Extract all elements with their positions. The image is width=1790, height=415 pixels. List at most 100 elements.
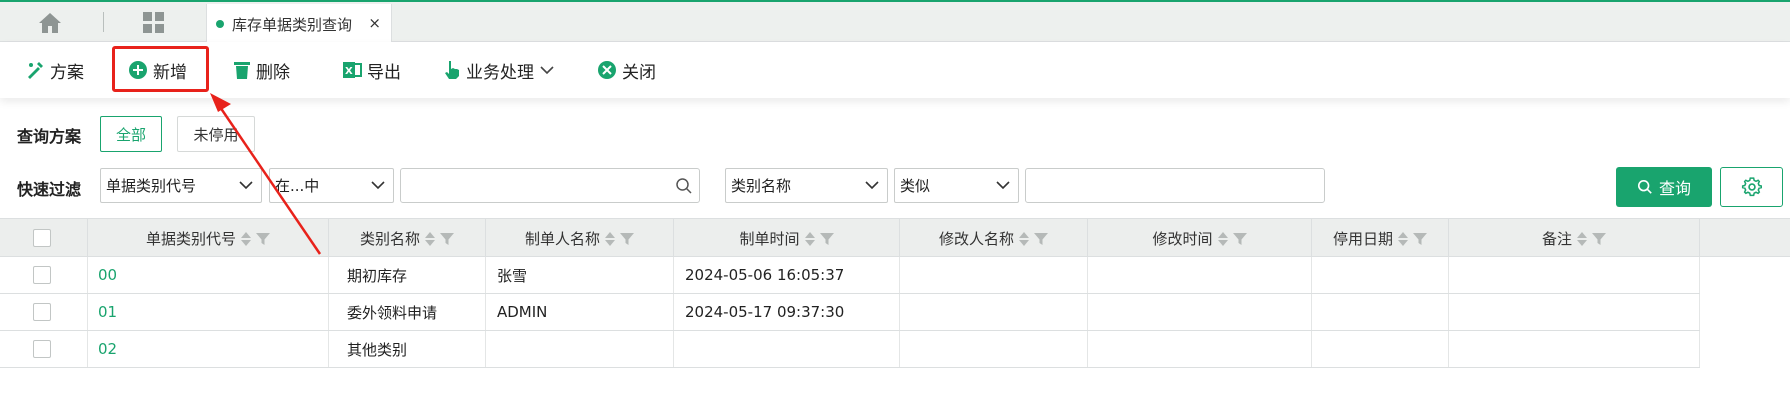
- column-header-modified-time[interactable]: 修改时间: [1088, 219, 1312, 258]
- hand-pointer-icon: [445, 61, 459, 79]
- filter-field-value-1: 单据类别代号: [106, 177, 197, 195]
- column-header-created-time[interactable]: 制单时间: [674, 219, 900, 258]
- column-title: 停用日期: [1332, 230, 1393, 248]
- business-process-label: 业务处理: [466, 62, 534, 83]
- column-header-name[interactable]: 类别名称: [329, 219, 486, 258]
- sort-icon[interactable]: [425, 231, 435, 246]
- cell-name: 期初库存: [329, 257, 486, 293]
- cell-name: 其他类别: [329, 331, 486, 367]
- tab-label: 库存单据类别查询: [232, 15, 353, 34]
- trash-icon: [234, 62, 250, 79]
- filter-operator-value-1: 在...中: [275, 177, 320, 195]
- delete-button[interactable]: 删除: [233, 42, 290, 98]
- cell-name: 委外领料申请: [329, 294, 486, 330]
- filter-value-input-2[interactable]: [1025, 168, 1325, 203]
- chevron-down-icon: [996, 181, 1010, 190]
- select-all-cell: [0, 219, 88, 258]
- cell-modified-time: [1088, 257, 1312, 293]
- cell-creator: 张雪: [486, 257, 674, 293]
- filter-funnel-icon[interactable]: [1232, 232, 1247, 246]
- scheme-option-active[interactable]: 未停用: [177, 116, 255, 152]
- filter-operator-select-2[interactable]: 类似: [894, 168, 1019, 203]
- cell-remark: [1449, 294, 1700, 330]
- filter-funnel-icon[interactable]: [1034, 232, 1048, 246]
- column-title: 修改人名称: [938, 230, 1014, 248]
- column-header-creator[interactable]: 制单人名称: [486, 219, 674, 258]
- close-button[interactable]: 关闭: [597, 42, 656, 98]
- scheme-option-all[interactable]: 全部: [100, 116, 162, 152]
- filter-funnel-icon[interactable]: [620, 232, 634, 246]
- cell-modified-time: [1088, 294, 1312, 330]
- row-checkbox[interactable]: [33, 340, 51, 358]
- select-all-checkbox[interactable]: [33, 229, 51, 247]
- chevron-down-icon: [865, 181, 879, 190]
- active-dot-icon: [216, 20, 224, 28]
- row-checkbox[interactable]: [33, 266, 51, 284]
- sort-icon[interactable]: [241, 231, 251, 246]
- query-button-label: 查询: [1658, 179, 1691, 198]
- cell-created-time: [674, 331, 900, 367]
- row-select-cell: [0, 257, 88, 293]
- search-icon[interactable]: [675, 177, 693, 195]
- business-process-dropdown[interactable]: 业务处理: [443, 42, 559, 98]
- cell-modifier: [900, 331, 1088, 367]
- cell-creator: ADMIN: [486, 294, 674, 330]
- filter-funnel-icon[interactable]: [819, 232, 834, 246]
- sort-icon[interactable]: [1577, 231, 1587, 246]
- export-button[interactable]: X 导出: [342, 42, 401, 98]
- sort-icon[interactable]: [605, 231, 615, 246]
- cell-remark: [1449, 257, 1700, 293]
- row-select-cell: [0, 294, 88, 330]
- column-header-disabled-date[interactable]: 停用日期: [1312, 219, 1449, 258]
- filter-operator-value-2: 类似: [900, 177, 931, 195]
- column-title: 备注: [1541, 230, 1572, 248]
- chevron-down-icon: [540, 66, 554, 75]
- home-icon[interactable]: [38, 12, 64, 34]
- row-checkbox[interactable]: [33, 303, 51, 321]
- settings-button[interactable]: [1720, 167, 1783, 207]
- scheme-button[interactable]: 方案: [25, 42, 84, 98]
- cell-code[interactable]: 02: [88, 331, 329, 367]
- table-row[interactable]: 00 期初库存 张雪 2024-05-06 16:05:37: [0, 257, 1700, 294]
- excel-icon: X: [343, 62, 362, 78]
- tab-inventory-doc-category-query[interactable]: 库存单据类别查询 ×: [206, 4, 392, 44]
- cell-disabled-date: [1312, 331, 1449, 367]
- column-header-code[interactable]: 单据类别代号: [88, 219, 329, 258]
- chevron-down-icon: [239, 181, 253, 190]
- table-row[interactable]: 01 委外领料申请 ADMIN 2024-05-17 09:37:30: [0, 294, 1700, 331]
- tab-bar: 库存单据类别查询 ×: [0, 0, 1790, 44]
- filter-funnel-icon[interactable]: [1413, 232, 1427, 246]
- sort-icon[interactable]: [1398, 231, 1408, 246]
- grid-icon[interactable]: [142, 11, 166, 35]
- column-title: 类别名称: [359, 230, 420, 248]
- sort-icon[interactable]: [1019, 231, 1029, 246]
- cell-created-time: 2024-05-06 16:05:37: [674, 257, 900, 293]
- filter-funnel-icon[interactable]: [256, 232, 270, 246]
- table-row[interactable]: 02 其他类别: [0, 331, 1700, 368]
- cell-code[interactable]: 01: [88, 294, 329, 330]
- cell-code[interactable]: 00: [88, 257, 329, 293]
- column-header-modifier[interactable]: 修改人名称: [900, 219, 1088, 258]
- table-header: 单据类别代号 类别名称 制单人名称 制单时间 修改人名称 修改时间 停用日期 备…: [0, 218, 1790, 258]
- sort-icon[interactable]: [804, 231, 815, 246]
- filter-value-input-1[interactable]: [400, 168, 700, 203]
- filter-field-select-2[interactable]: 类别名称: [725, 168, 888, 203]
- search-icon: [1637, 179, 1652, 194]
- close-tab-icon[interactable]: ×: [368, 15, 381, 31]
- query-scheme-label: 查询方案: [17, 127, 82, 146]
- filter-field-select-1[interactable]: 单据类别代号: [100, 168, 262, 203]
- cell-created-time: 2024-05-17 09:37:30: [674, 294, 900, 330]
- filter-funnel-icon[interactable]: [1592, 232, 1606, 246]
- row-select-cell: [0, 331, 88, 367]
- cell-creator: [486, 331, 674, 367]
- sort-icon[interactable]: [1217, 231, 1228, 246]
- add-button-highlight: [112, 46, 209, 92]
- query-button[interactable]: 查询: [1616, 167, 1712, 207]
- close-circle-icon: [598, 61, 616, 79]
- column-header-remark[interactable]: 备注: [1449, 219, 1700, 258]
- page-root: 库存单据类别查询 × 方案 新增 删除 X 导出 业务处理 关闭 查询方案 全部…: [0, 0, 1790, 415]
- cell-modified-time: [1088, 331, 1312, 367]
- filter-funnel-icon[interactable]: [440, 232, 454, 246]
- filter-operator-select-1[interactable]: 在...中: [269, 168, 394, 203]
- cell-modifier: [900, 257, 1088, 293]
